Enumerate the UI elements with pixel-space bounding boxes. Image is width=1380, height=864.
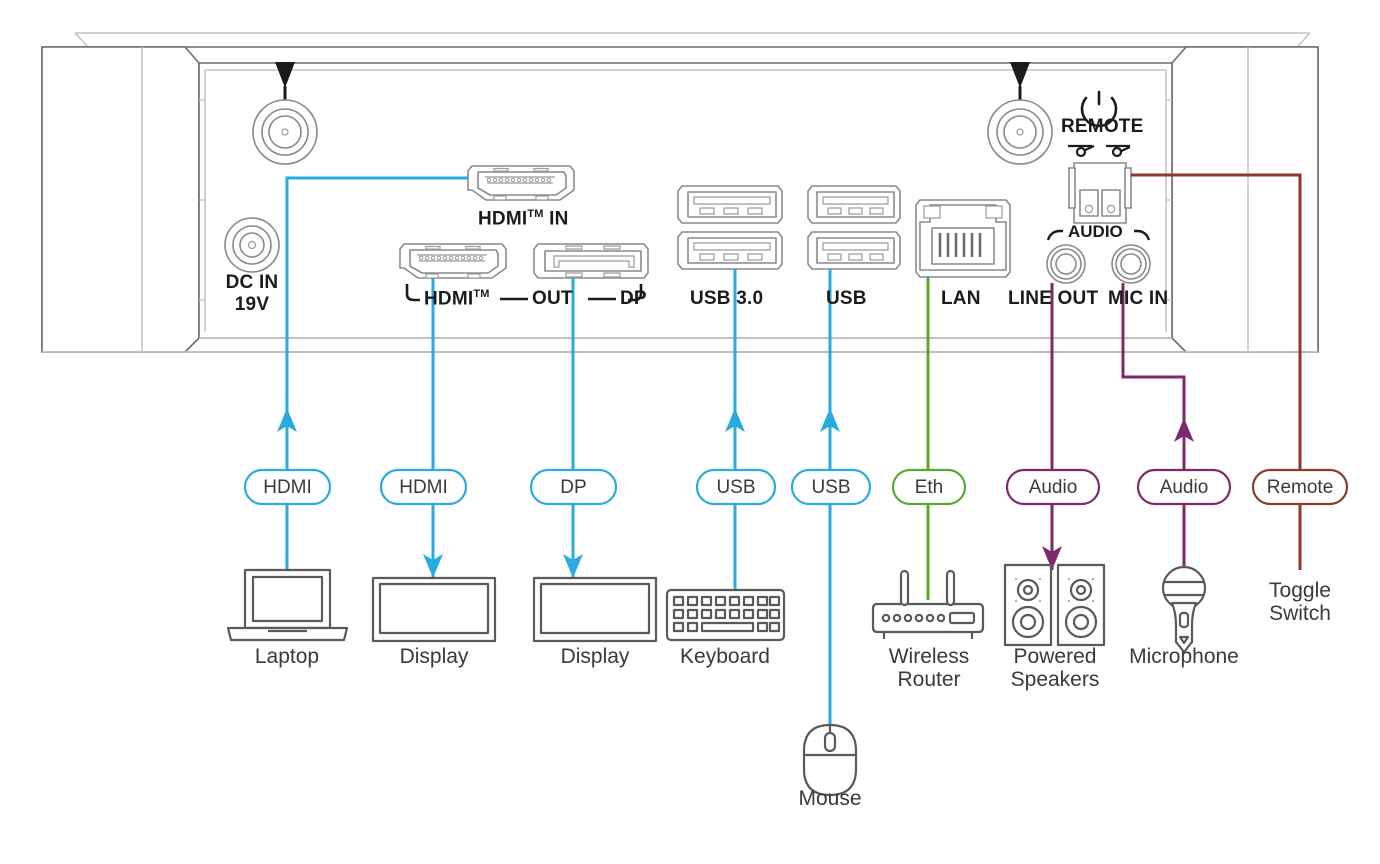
device-label-display-2: Display — [560, 645, 630, 668]
hdmi-in-suffix: IN — [543, 208, 569, 230]
signal-label-hdmi-in: HDMI — [263, 477, 312, 498]
hdmi-out-text: HDMI — [424, 288, 474, 310]
device-label-toggle-switch: Toggle Switch — [1240, 579, 1360, 625]
signal-label-usb3: USB — [716, 477, 756, 498]
device-label-keyboard: Keyboard — [680, 645, 770, 668]
port-label-lan: LAN — [941, 288, 981, 309]
hdmi-in-tm: TM — [527, 208, 544, 220]
port-label-remote: REMOTE — [1061, 116, 1144, 137]
device-label-speakers: Powered Speakers — [995, 645, 1115, 691]
port-hdmi-in — [467, 165, 575, 201]
microphone-icon — [1161, 565, 1207, 654]
signal-label-hdmi-out: HDMI — [399, 477, 448, 498]
port-mic-in — [1111, 244, 1151, 284]
port-label-usb: USB — [826, 288, 867, 309]
signal-label-dp: DP — [560, 477, 587, 498]
port-lan — [915, 199, 1011, 278]
port-label-out-group: OUT — [532, 288, 573, 309]
speakers-icon — [1003, 563, 1106, 647]
device-label-microphone: Microphone — [1129, 645, 1239, 668]
signal-label-eth: Eth — [914, 477, 944, 498]
port-label-dp: DP — [620, 288, 647, 309]
monitor-icon-1 — [371, 576, 497, 643]
router-label-line1: Wireless — [888, 645, 970, 668]
hdmi-in-text: HDMI — [478, 208, 528, 230]
connection-diagram: .cs{fill:none;stroke-width:3;stroke-line… — [0, 0, 1380, 864]
signal-label-mic-in: Audio — [1159, 477, 1209, 498]
device-label-mouse: Mouse — [798, 787, 862, 810]
device-label-laptop: Laptop — [254, 645, 320, 668]
port-label-line-out: LINE OUT — [1008, 288, 1099, 309]
mouse-icon — [802, 723, 858, 797]
keyboard-icon — [665, 588, 786, 642]
toggle-label-line2: Switch — [1269, 601, 1331, 625]
laptop-icon — [226, 568, 349, 642]
port-label-audio-group: AUDIO — [1068, 222, 1123, 241]
port-label-hdmi-in: HDMITM IN — [478, 208, 569, 230]
device-label-router: Wireless Router — [869, 645, 989, 691]
port-displayport — [533, 243, 649, 279]
port-line-out — [1046, 244, 1086, 284]
diagram-canvas: .cs{fill:none;stroke-width:3;stroke-line… — [41, 32, 1349, 797]
signal-label-remote: Remote — [1266, 477, 1334, 498]
port-label-mic-in: MIC IN — [1108, 288, 1169, 309]
monitor-icon-2 — [532, 576, 658, 643]
port-label-hdmi-out: HDMITM — [424, 288, 490, 310]
router-label-line2: Router — [897, 667, 961, 691]
port-label-usb3: USB 3.0 — [690, 288, 764, 309]
port-dc-in — [224, 217, 280, 273]
speakers-label-line2: Speakers — [1010, 667, 1100, 691]
signal-label-line-out: Audio — [1028, 477, 1078, 498]
hdmi-out-tm: TM — [473, 288, 490, 300]
port-hdmi-out — [399, 243, 507, 279]
signal-label-usb: USB — [811, 477, 851, 498]
device-label-display-1: Display — [399, 645, 469, 668]
port-label-dc-in: DC IN 19V — [225, 272, 279, 315]
speakers-label-line1: Powered — [1013, 645, 1097, 668]
toggle-label-line1: Toggle — [1269, 579, 1331, 602]
